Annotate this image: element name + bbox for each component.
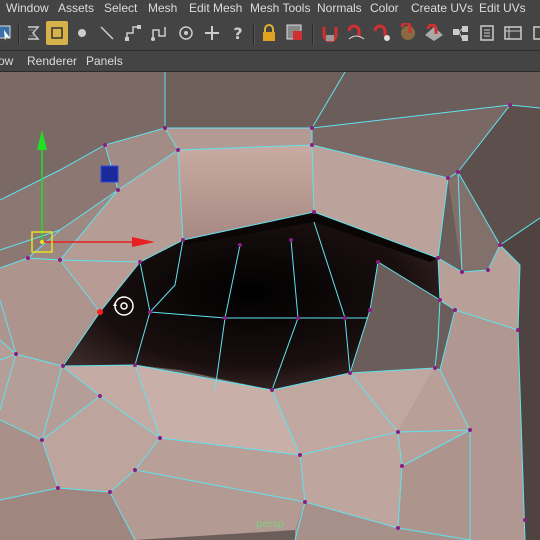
snap-curve-icon[interactable]: [345, 21, 367, 45]
rotate-tool-icon[interactable]: [96, 21, 118, 45]
panel-menu-bar: ow Renderer Panels: [0, 51, 540, 72]
camera-label: persp: [255, 519, 285, 530]
settings-icon[interactable]: [502, 21, 524, 45]
panel-menu-renderer[interactable]: Renderer: [27, 54, 77, 68]
lock-icon[interactable]: [258, 21, 280, 45]
add-icon[interactable]: [201, 21, 223, 45]
more-icon[interactable]: [527, 21, 540, 45]
move-tool-icon[interactable]: [71, 21, 93, 45]
snap-point-icon[interactable]: [371, 21, 393, 45]
select-tool-icon[interactable]: [0, 21, 16, 45]
menu-mesh[interactable]: Mesh: [148, 1, 177, 15]
menu-assets[interactable]: Assets: [58, 1, 94, 15]
lasso-tool-icon[interactable]: [22, 21, 44, 45]
snap-view-icon[interactable]: [397, 21, 419, 45]
selected-vertex[interactable]: [97, 309, 103, 315]
menu-color[interactable]: Color: [370, 1, 399, 15]
panel-menu-show[interactable]: ow: [0, 54, 13, 68]
help-icon[interactable]: ?: [227, 21, 249, 45]
menu-edit-mesh[interactable]: Edit Mesh: [189, 1, 242, 15]
viewport-3d[interactable]: [0, 72, 540, 540]
show-manipulator-icon[interactable]: [175, 21, 197, 45]
snap-icon[interactable]: [284, 21, 306, 45]
menu-window[interactable]: Window: [6, 1, 49, 15]
uv-editor-icon[interactable]: [476, 21, 498, 45]
scale-tool-icon[interactable]: [122, 21, 144, 45]
menu-normals[interactable]: Normals: [317, 1, 362, 15]
menu-select[interactable]: Select: [104, 1, 137, 15]
snap-surface-icon[interactable]: [423, 21, 445, 45]
panel-menu-panels[interactable]: Panels: [86, 54, 123, 68]
menu-bar: Window Assets Select Mesh Edit Mesh Mesh…: [0, 0, 540, 18]
soft-mod-icon[interactable]: [148, 21, 170, 45]
tool-shelf: ?: [0, 17, 540, 51]
menu-mesh-tools[interactable]: Mesh Tools: [250, 1, 310, 15]
render-icon[interactable]: [450, 21, 472, 45]
magnet-snap-icon[interactable]: [319, 21, 341, 45]
menu-create-uvs[interactable]: Create UVs: [411, 1, 473, 15]
paint-select-icon[interactable]: [46, 21, 68, 45]
menu-edit-uvs[interactable]: Edit UVs: [479, 1, 526, 15]
